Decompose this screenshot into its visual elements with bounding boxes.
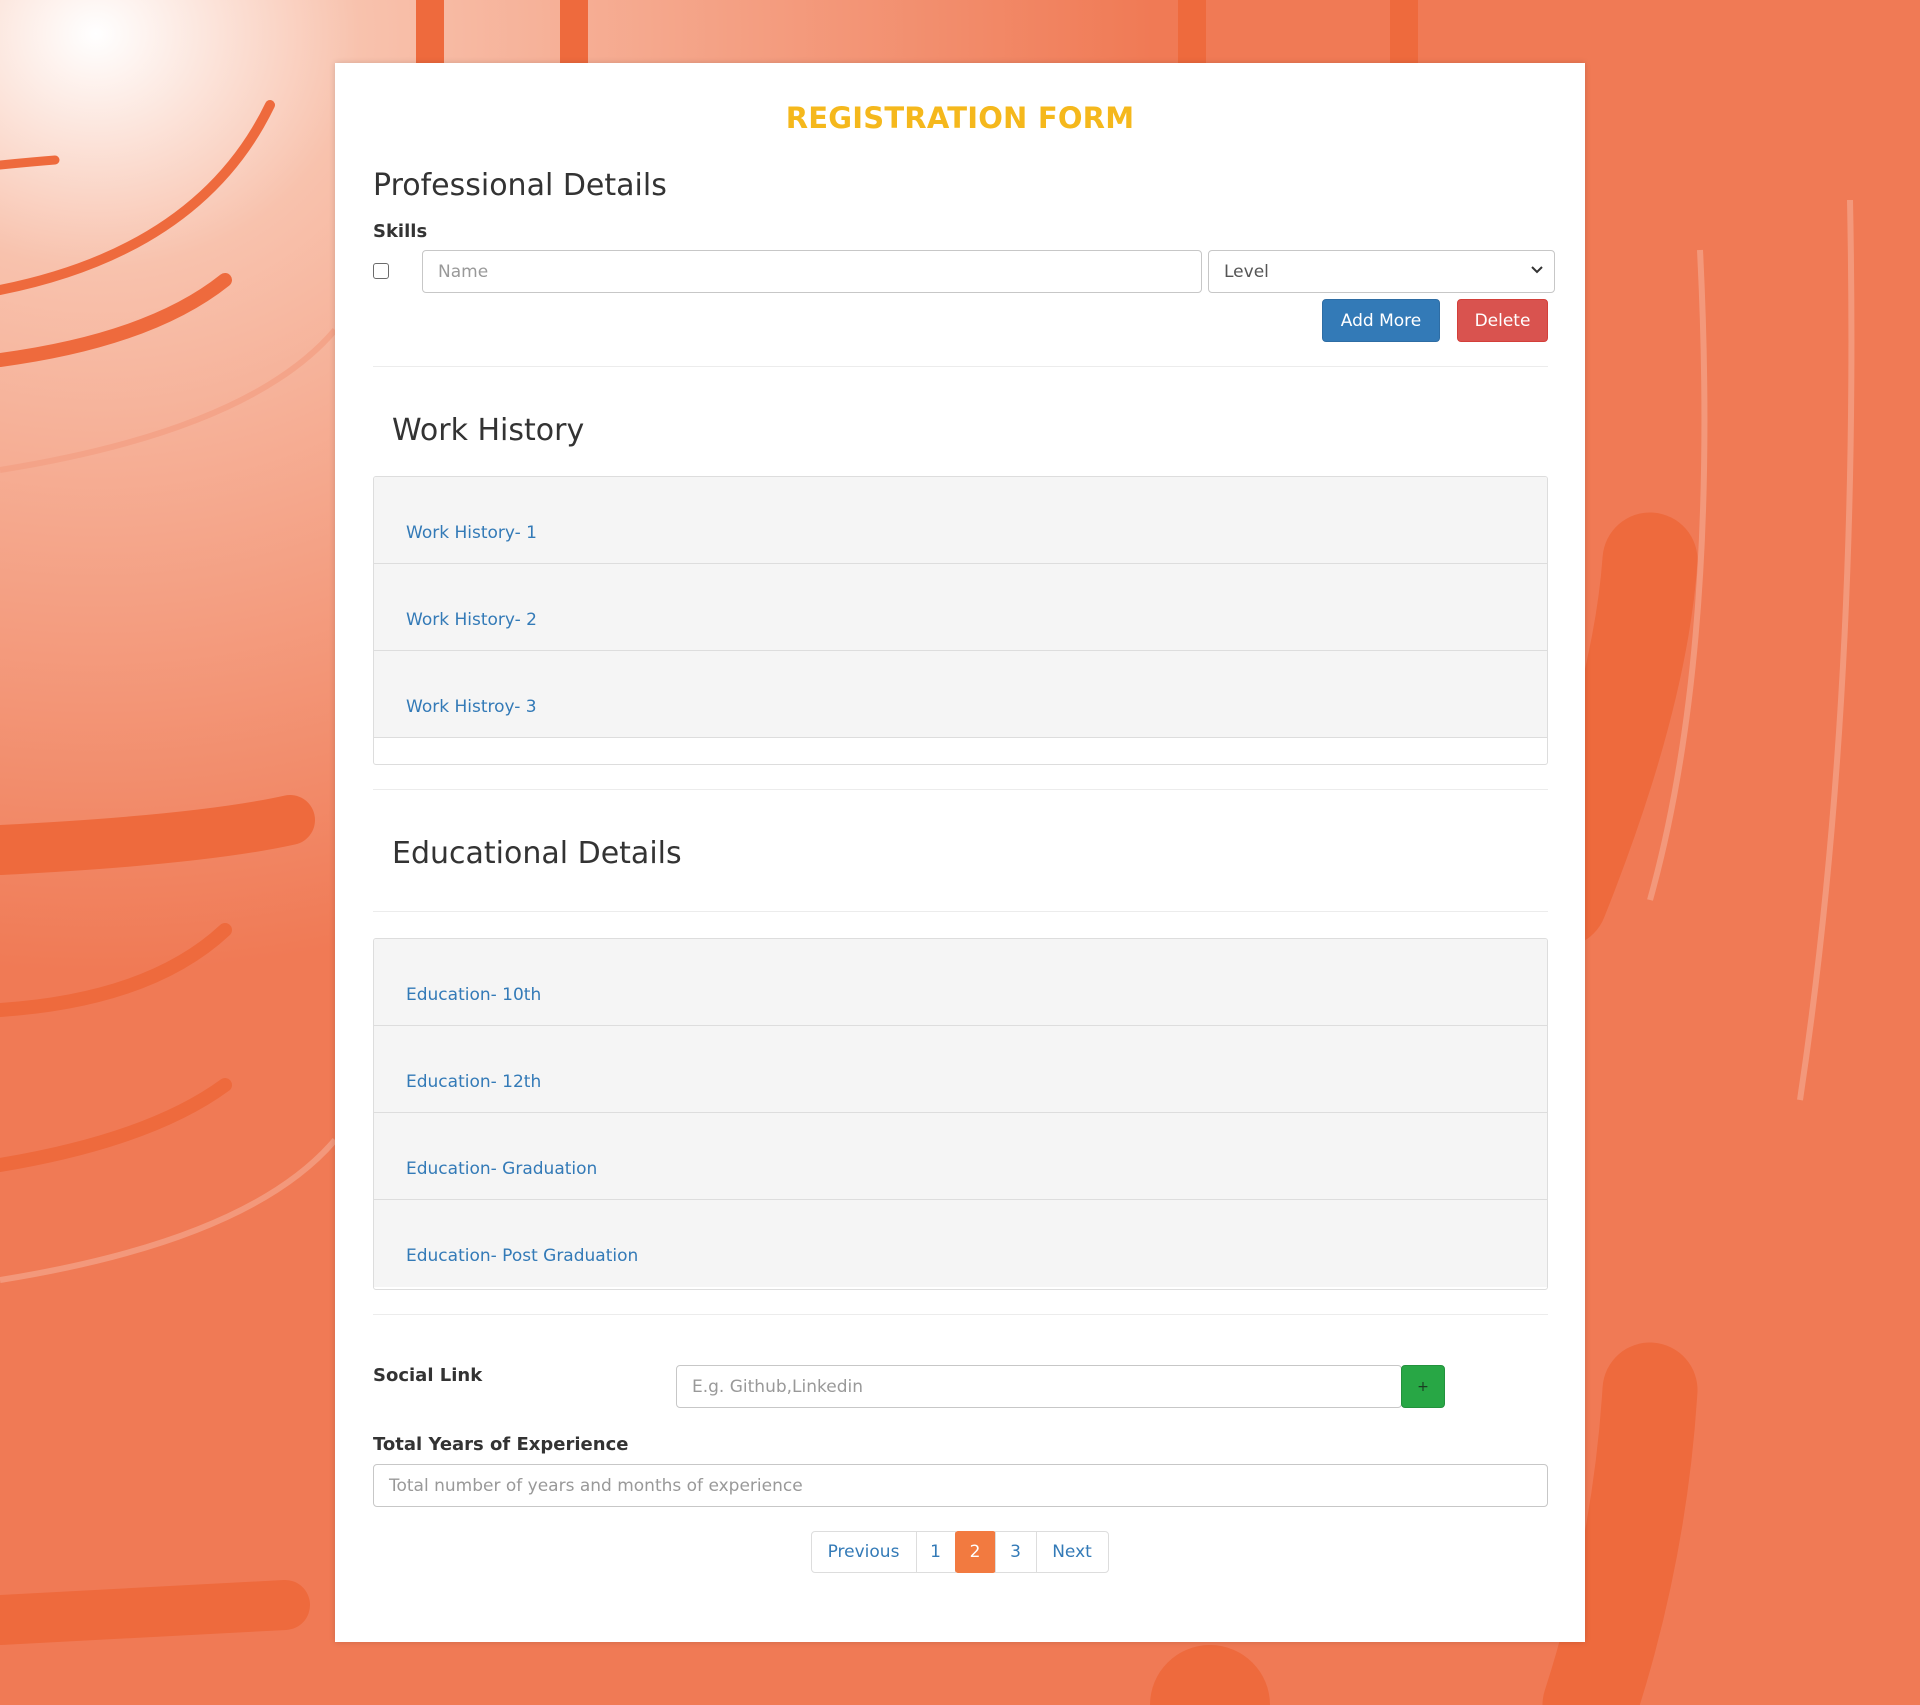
education-panel-group: Education- 10th Education- 12th Educatio… — [373, 938, 1548, 1290]
education-link[interactable]: Education- 10th — [406, 985, 541, 1005]
work-history-panel-group: Work History- 1 Work History- 2 Work His… — [373, 476, 1548, 765]
registration-card: REGISTRATION FORM Professional Details S… — [335, 63, 1585, 1642]
work-history-heading: Work History — [392, 413, 585, 448]
education-panel[interactable]: Education- Post Graduation — [374, 1200, 1547, 1287]
education-panel[interactable]: Education- 10th — [374, 939, 1547, 1026]
add-social-link-button[interactable]: + — [1401, 1365, 1445, 1408]
skill-select-checkbox[interactable] — [373, 263, 389, 279]
education-panel[interactable]: Education- Graduation — [374, 1113, 1547, 1200]
work-history-panel[interactable]: Work Histroy- 3 — [374, 651, 1547, 738]
chevron-down-icon — [1531, 266, 1543, 274]
education-link[interactable]: Education- Post Graduation — [406, 1246, 638, 1266]
experience-label: Total Years of Experience — [373, 1434, 629, 1455]
add-more-button[interactable]: Add More — [1322, 299, 1440, 342]
social-link-input[interactable]: E.g. Github,Linkedin — [676, 1365, 1402, 1408]
divider — [373, 1314, 1548, 1315]
educational-details-heading: Educational Details — [392, 836, 682, 871]
divider — [373, 366, 1548, 367]
pagination-page-1[interactable]: 1 — [915, 1531, 956, 1573]
work-history-link[interactable]: Work Histroy- 3 — [406, 697, 537, 717]
skills-label: Skills — [373, 221, 428, 242]
social-link-placeholder: E.g. Github,Linkedin — [692, 1376, 864, 1397]
work-history-link[interactable]: Work History- 1 — [406, 523, 537, 543]
pagination-previous[interactable]: Previous — [810, 1531, 917, 1573]
pagination-page-2[interactable]: 2 — [954, 1531, 996, 1573]
work-history-panel[interactable]: Work History- 2 — [374, 564, 1547, 651]
skill-level-select[interactable]: Level — [1208, 250, 1555, 293]
work-history-link[interactable]: Work History- 2 — [406, 610, 537, 630]
form-title: REGISTRATION FORM — [785, 101, 1135, 135]
pagination-next[interactable]: Next — [1035, 1531, 1109, 1573]
delete-button[interactable]: Delete — [1457, 299, 1548, 342]
skill-name-input[interactable]: Name — [422, 250, 1202, 293]
education-panel[interactable]: Education- 12th — [374, 1026, 1547, 1113]
pagination-page-3[interactable]: 3 — [994, 1531, 1037, 1573]
divider — [373, 789, 1548, 790]
education-link[interactable]: Education- Graduation — [406, 1159, 597, 1179]
experience-placeholder: Total number of years and months of expe… — [389, 1475, 803, 1496]
skill-name-placeholder: Name — [438, 261, 489, 282]
education-link[interactable]: Education- 12th — [406, 1072, 541, 1092]
professional-details-heading: Professional Details — [373, 168, 667, 203]
skill-level-value: Level — [1224, 261, 1269, 282]
pagination: Previous 1 2 3 Next — [335, 1531, 1585, 1573]
divider — [373, 911, 1548, 912]
social-link-label: Social Link — [373, 1365, 483, 1386]
experience-input[interactable]: Total number of years and months of expe… — [373, 1464, 1548, 1507]
work-history-panel[interactable]: Work History- 1 — [374, 477, 1547, 564]
